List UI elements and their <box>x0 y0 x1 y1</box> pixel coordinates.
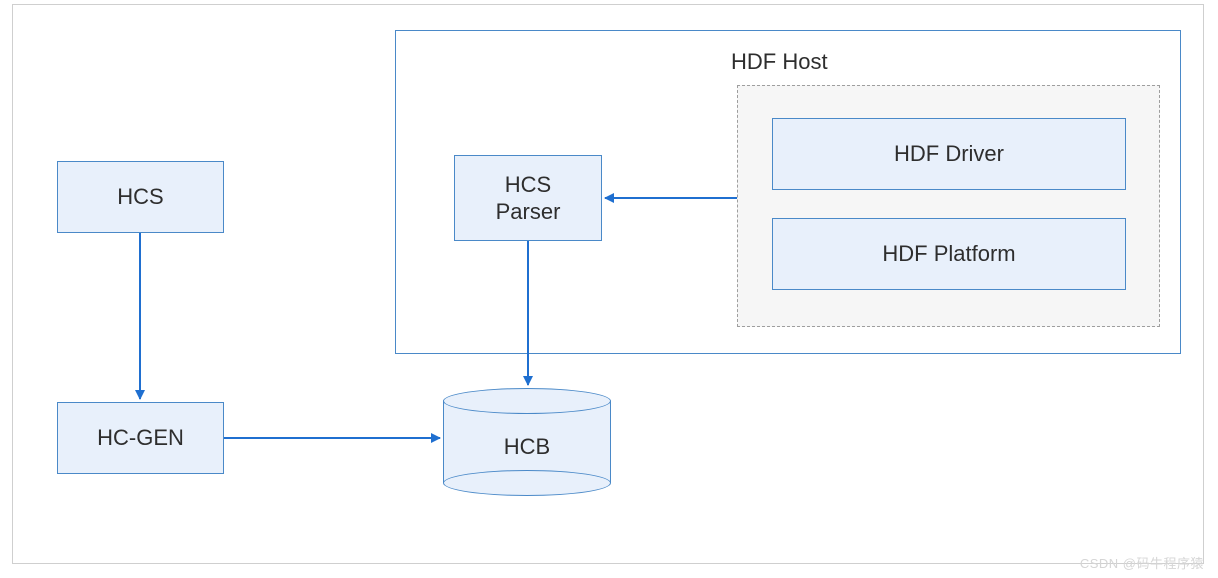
node-hcs: HCS <box>57 161 224 233</box>
diagram-canvas: HCS HC-GEN HCB HDF Host HCS Parser HDF D… <box>0 0 1218 578</box>
node-hcgen: HC-GEN <box>57 402 224 474</box>
node-hcgen-label: HC-GEN <box>97 424 184 452</box>
node-hdf-platform: HDF Platform <box>772 218 1126 290</box>
node-hdf-driver: HDF Driver <box>772 118 1126 190</box>
node-hcs-parser-label: HCS Parser <box>496 171 561 226</box>
node-hcs-parser: HCS Parser <box>454 155 602 241</box>
container-hdf-host-title: HDF Host <box>731 49 828 75</box>
node-hcb: HCB <box>443 388 611 496</box>
watermark: CSDN @码牛程序猿 <box>1080 553 1204 572</box>
node-hcb-label: HCB <box>443 434 611 460</box>
cylinder-bottom <box>443 470 611 496</box>
cylinder-top <box>443 388 611 414</box>
node-hdf-driver-label: HDF Driver <box>894 140 1004 168</box>
node-hdf-platform-label: HDF Platform <box>882 240 1015 268</box>
node-hcs-label: HCS <box>117 183 163 211</box>
